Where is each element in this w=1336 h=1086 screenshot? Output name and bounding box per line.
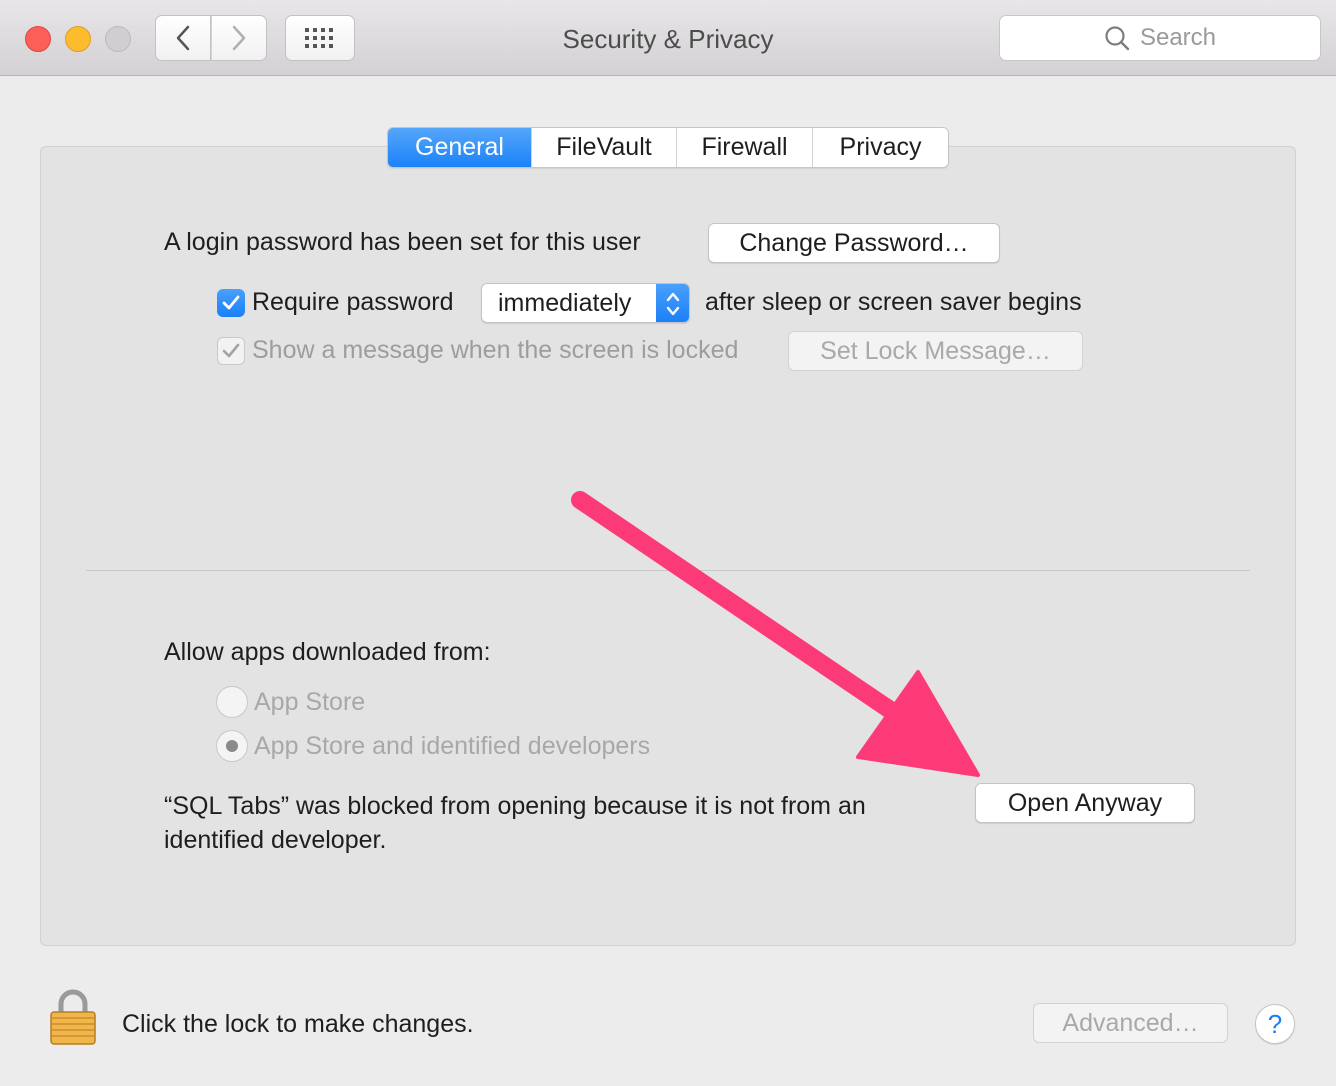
lock-icon (50, 989, 96, 1045)
radio-app-store-identified-label: App Store and identified developers (254, 732, 651, 760)
chevron-up-down-icon (666, 292, 679, 316)
show-message-checkbox[interactable] (217, 337, 245, 365)
set-lock-message-button[interactable]: Set Lock Message… (788, 331, 1083, 371)
blocked-message-line2: identified developer. (164, 826, 387, 854)
tab-general[interactable]: General (388, 128, 531, 167)
section-divider (86, 570, 1250, 571)
require-password-delay-popup[interactable]: immediately (481, 283, 690, 323)
checkmark-icon (222, 295, 240, 310)
title-bar: Security & Privacy Search (0, 0, 1336, 76)
change-password-button[interactable]: Change Password… (708, 223, 1000, 263)
search-placeholder: Search (1139, 24, 1217, 51)
radio-app-store-label: App Store (254, 688, 366, 716)
lock-button[interactable] (48, 988, 98, 1046)
help-button[interactable]: ? (1255, 1004, 1295, 1044)
require-password-checkbox[interactable] (217, 289, 245, 317)
show-message-label: Show a message when the screen is locked (252, 336, 739, 364)
advanced-button[interactable]: Advanced… (1033, 1003, 1228, 1043)
checkmark-icon (222, 343, 240, 358)
radio-app-store-identified[interactable] (216, 730, 248, 762)
lock-text: Click the lock to make changes. (122, 1010, 474, 1038)
radio-app-store[interactable] (216, 686, 248, 718)
search-icon (1105, 26, 1130, 51)
open-anyway-button[interactable]: Open Anyway (975, 783, 1195, 823)
require-password-label: Require password (252, 288, 454, 316)
tab-privacy[interactable]: Privacy (812, 128, 948, 167)
popup-selected-value: immediately (498, 289, 632, 317)
tab-filevault[interactable]: FileVault (531, 128, 676, 167)
allow-apps-heading: Allow apps downloaded from: (164, 638, 491, 666)
tab-bar: General FileVault Firewall Privacy (387, 127, 949, 168)
popup-stepper (656, 284, 689, 322)
tab-firewall[interactable]: Firewall (676, 128, 812, 167)
blocked-message-line1: “SQL Tabs” was blocked from opening beca… (164, 792, 866, 820)
search-field[interactable]: Search (999, 15, 1321, 61)
login-password-text: A login password has been set for this u… (164, 228, 641, 256)
radio-selected-dot (226, 740, 238, 752)
require-password-suffix: after sleep or screen saver begins (705, 288, 1082, 316)
